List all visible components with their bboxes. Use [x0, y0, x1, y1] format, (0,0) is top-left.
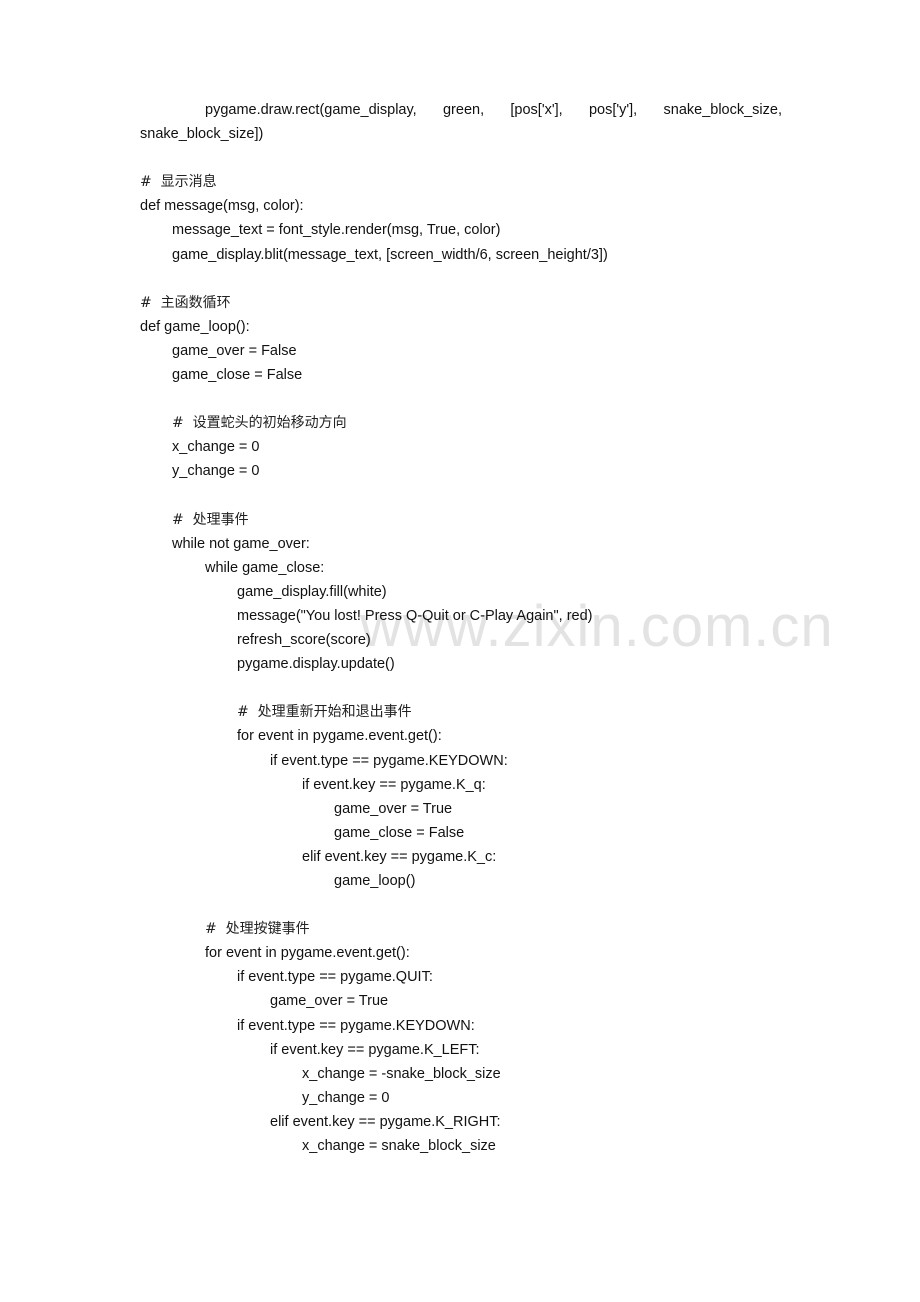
code-text: game_over = True [334, 800, 453, 817]
code-line: refresh_score(score) [0, 628, 920, 652]
code-text: game_loop() [334, 873, 416, 889]
code-line: message("You lost! Press Q-Quit or C-Pla… [0, 604, 920, 628]
code-line: for event in pygame.event.get(): [0, 724, 920, 748]
code-line: elif event.key == pygame.K_RIGHT: [0, 1110, 920, 1134]
code-line: x_change = 0 [0, 435, 920, 459]
code-line: game_over = True [0, 797, 920, 821]
code-text: y_change = 0 [172, 463, 260, 480]
code-text: game_display.blit(message_text, [screen_… [172, 246, 608, 263]
code-text: if event.key == pygame.K_q: [302, 776, 486, 793]
code-text: for event in pygame.event.get(): [205, 945, 410, 962]
code-line: def game_loop(): [0, 315, 920, 339]
code-text: message_text = font_style.render(msg, Tr… [172, 222, 501, 239]
document-page: www.zixin.com.cn pygame.draw.rect(game_d… [0, 0, 920, 1302]
code-text: pygame.display.update() [237, 656, 395, 673]
code-comment-line: # 主函数循环 [0, 291, 920, 315]
code-comment-line: # 处理事件 [0, 508, 920, 532]
code-text: elif event.key == pygame.K_RIGHT: [270, 1113, 501, 1130]
code-text: game_close = False [172, 367, 303, 384]
code-line: if event.type == pygame.KEYDOWN: [0, 1014, 920, 1038]
code-line: game_display.fill(white) [0, 580, 920, 604]
code-comment-line: # 显示消息 [0, 170, 920, 194]
code-text: game_close = False [334, 824, 465, 841]
code-listing: pygame.draw.rect(game_display, green, [p… [0, 98, 920, 1158]
code-text: game_over = True [270, 993, 389, 1010]
code-text: x_change = snake_block_size [302, 1138, 496, 1155]
code-line: if event.key == pygame.K_q: [0, 773, 920, 797]
code-token: [pos['x'], [510, 102, 563, 118]
code-text: if event.type == pygame.KEYDOWN: [237, 1017, 475, 1034]
code-text: message("You lost! Press Q-Quit or C-Pla… [237, 607, 593, 624]
code-comment: # 主函数循环 [140, 294, 231, 311]
code-line: game_over = True [0, 989, 920, 1013]
code-comment: # 显示消息 [140, 174, 217, 191]
code-line: game_loop() [0, 869, 920, 893]
code-comment: # 处理按键事件 [205, 921, 310, 938]
code-line: def message(msg, color): [0, 194, 920, 218]
code-line: while game_close: [0, 556, 920, 580]
code-text: game_display.fill(white) [237, 583, 387, 600]
code-line: game_over = False [0, 339, 920, 363]
code-line: y_change = 0 [0, 459, 920, 483]
code-line: while not game_over: [0, 532, 920, 556]
code-comment: # 设置蛇头的初始移动方向 [172, 415, 347, 432]
code-line: for event in pygame.event.get(): [0, 941, 920, 965]
code-text: elif event.key == pygame.K_c: [302, 848, 497, 865]
code-text: y_change = 0 [302, 1089, 390, 1106]
code-line: elif event.key == pygame.K_c: [0, 845, 920, 869]
code-text: if event.type == pygame.QUIT: [237, 969, 433, 986]
code-line: x_change = snake_block_size [0, 1134, 920, 1158]
code-line: pygame.display.update() [0, 652, 920, 676]
code-text: while not game_over: [172, 535, 310, 552]
code-token: pygame.draw.rect(game_display, [205, 102, 417, 118]
code-token: green, [442, 102, 485, 118]
code-text: while game_close: [205, 559, 325, 576]
code-line: if event.type == pygame.QUIT: [0, 965, 920, 989]
code-text: if event.type == pygame.KEYDOWN: [270, 752, 508, 769]
code-text: snake_block_size]) [140, 126, 264, 143]
code-text: game_over = False [172, 342, 297, 359]
code-line: y_change = 0 [0, 1086, 920, 1110]
code-line: game_close = False [0, 821, 920, 845]
code-line: message_text = font_style.render(msg, Tr… [0, 218, 920, 242]
code-text: x_change = -snake_block_size [302, 1065, 501, 1082]
code-line: game_display.blit(message_text, [screen_… [0, 243, 920, 267]
code-comment-line: # 处理按键事件 [0, 917, 920, 941]
code-line-justified: pygame.draw.rect(game_display, green, [p… [0, 98, 920, 122]
code-text: def message(msg, color): [140, 198, 304, 215]
code-comment-line: # 处理重新开始和退出事件 [0, 700, 920, 724]
code-text: for event in pygame.event.get(): [237, 728, 442, 745]
code-token: pos['y'], [588, 102, 638, 118]
code-comment: # 处理事件 [172, 511, 249, 528]
code-text: def game_loop(): [140, 318, 250, 335]
code-line: x_change = -snake_block_size [0, 1062, 920, 1086]
code-text: refresh_score(score) [237, 632, 371, 649]
code-comment-line: # 设置蛇头的初始移动方向 [0, 411, 920, 435]
code-text: x_change = 0 [172, 439, 260, 456]
code-line: if event.key == pygame.K_LEFT: [0, 1038, 920, 1062]
code-line: snake_block_size]) [0, 122, 920, 146]
code-line: game_close = False [0, 363, 920, 387]
code-line: if event.type == pygame.KEYDOWN: [0, 749, 920, 773]
code-comment: # 处理重新开始和退出事件 [237, 704, 412, 721]
code-text: if event.key == pygame.K_LEFT: [270, 1041, 480, 1058]
code-token: snake_block_size, [663, 102, 783, 118]
